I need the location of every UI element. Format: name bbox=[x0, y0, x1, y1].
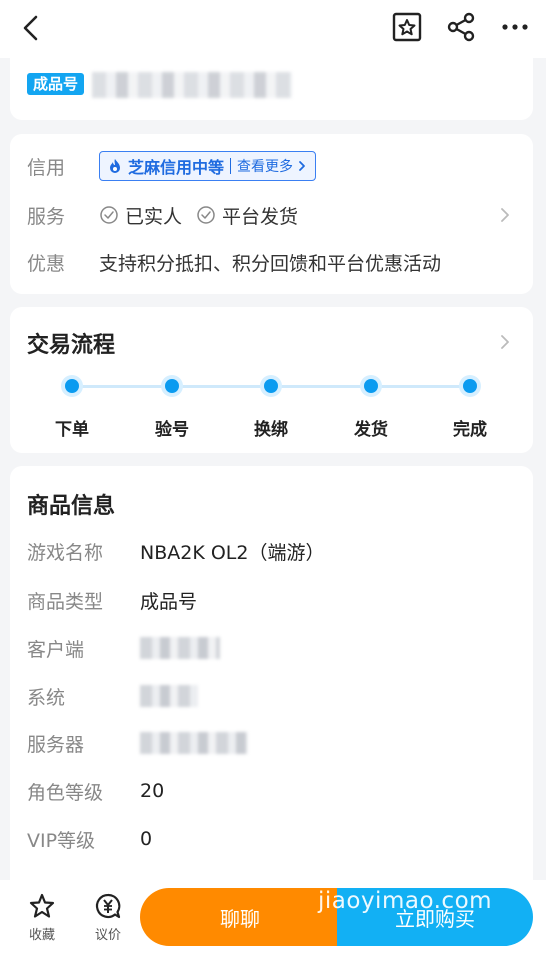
goods-row: 角色等级 20 bbox=[27, 776, 164, 806]
goods-row: VIP等级 0 bbox=[27, 824, 152, 854]
flow-step: 换绑 bbox=[231, 375, 311, 440]
yuan-bubble-icon bbox=[95, 893, 121, 919]
info-card: 信用 芝麻信用中等 查看更多 服务 已实人 平台发货 优惠 支持积分抵扣、积分回… bbox=[10, 134, 533, 294]
chat-button[interactable]: 聊聊 bbox=[140, 888, 340, 946]
chevron-left-icon[interactable] bbox=[16, 12, 48, 44]
goods-row: 系统 bbox=[27, 681, 198, 711]
flow-step: 验号 bbox=[132, 375, 212, 440]
account-card: 成品号 bbox=[10, 58, 533, 120]
star-badge-icon[interactable] bbox=[390, 10, 424, 44]
blurred-value bbox=[140, 637, 220, 659]
credit-badge[interactable]: 芝麻信用中等 查看更多 bbox=[99, 151, 317, 181]
goods-row: 客户端 bbox=[27, 633, 220, 663]
trade-flow-card[interactable]: 交易流程 下单 验号 换绑 发货 完成 bbox=[10, 307, 533, 453]
goods-row-label: 游戏名称 bbox=[27, 541, 104, 564]
chevron-right-icon[interactable] bbox=[499, 333, 511, 351]
check-circle-icon bbox=[197, 206, 215, 224]
top-bar bbox=[0, 0, 546, 58]
bargain-label: 议价 bbox=[94, 928, 121, 943]
credit-level-text: 芝麻信用中等 bbox=[128, 158, 225, 177]
goods-row-label: 系统 bbox=[27, 686, 66, 709]
service-label: 服务 bbox=[27, 205, 66, 228]
goods-row-label: 服务器 bbox=[27, 733, 85, 756]
collect-label: 收藏 bbox=[28, 928, 55, 943]
flow-step-label: 验号 bbox=[155, 420, 189, 440]
trade-flow-title: 交易流程 bbox=[27, 333, 116, 358]
credit-more-link[interactable]: 查看更多 bbox=[237, 156, 293, 176]
flow-step-dot bbox=[260, 375, 282, 397]
flow-step: 下单 bbox=[32, 375, 112, 440]
blurred-account-id bbox=[92, 72, 292, 98]
blurred-value bbox=[140, 732, 248, 754]
service-item-label: 已实人 bbox=[125, 205, 183, 228]
flow-step-label: 发货 bbox=[354, 420, 388, 440]
flow-step-label: 换绑 bbox=[254, 420, 288, 440]
credit-row: 信用 芝麻信用中等 查看更多 bbox=[27, 149, 317, 183]
flow-step-label: 下单 bbox=[55, 420, 89, 440]
goods-info-title: 商品信息 bbox=[27, 494, 116, 519]
flow-step-dot bbox=[61, 375, 83, 397]
blurred-value bbox=[140, 685, 198, 707]
goods-row: 游戏名称 NBA2K OL2（端游） bbox=[27, 536, 324, 566]
service-item-label: 平台发货 bbox=[222, 205, 299, 228]
goods-row-label: 客户端 bbox=[27, 638, 85, 661]
service-item-verified: 已实人 bbox=[99, 202, 182, 229]
flow-step-label: 完成 bbox=[453, 420, 487, 440]
goods-row-value: 20 bbox=[140, 780, 165, 802]
star-icon bbox=[29, 893, 55, 918]
flame-icon bbox=[110, 159, 120, 173]
flow-step: 完成 bbox=[430, 375, 510, 440]
promo-text: 支持积分抵扣、积分回馈和平台优惠活动 bbox=[99, 252, 442, 275]
promo-row: 优惠 支持积分抵扣、积分回馈和平台优惠活动 bbox=[27, 245, 441, 279]
goods-row: 服务器 bbox=[27, 728, 248, 758]
check-circle-icon bbox=[100, 206, 118, 224]
account-type-tag: 成品号 bbox=[27, 73, 85, 95]
more-dots-icon[interactable] bbox=[498, 10, 532, 44]
credit-label: 信用 bbox=[27, 156, 66, 179]
goods-row: 商品类型 成品号 bbox=[27, 585, 197, 615]
goods-row-label: 商品类型 bbox=[27, 590, 104, 613]
goods-row-value: 0 bbox=[140, 828, 153, 850]
goods-row-label: 角色等级 bbox=[27, 781, 104, 804]
flow-step-dot bbox=[360, 375, 382, 397]
credit-divider bbox=[230, 158, 232, 174]
buy-now-button[interactable]: 立即购买 bbox=[337, 888, 533, 946]
chevron-right-icon bbox=[299, 161, 305, 171]
bottom-action-bar: 收藏 议价 聊聊 立即购买 bbox=[0, 880, 546, 954]
chevron-right-icon[interactable] bbox=[499, 206, 511, 224]
goods-row-value: 成品号 bbox=[140, 590, 198, 613]
flow-step-dot bbox=[459, 375, 481, 397]
bargain-button[interactable]: 议价 bbox=[86, 892, 130, 943]
share-icon[interactable] bbox=[444, 10, 478, 44]
promo-label: 优惠 bbox=[27, 252, 66, 275]
service-item-delivery: 平台发货 bbox=[196, 202, 298, 229]
flow-step-dot bbox=[161, 375, 183, 397]
service-row[interactable]: 服务 已实人 平台发货 bbox=[27, 198, 517, 232]
collect-button[interactable]: 收藏 bbox=[20, 892, 64, 943]
flow-step: 发货 bbox=[331, 375, 411, 440]
goods-row-label: VIP等级 bbox=[27, 829, 96, 852]
goods-row-value: NBA2K OL2（端游） bbox=[140, 541, 325, 564]
